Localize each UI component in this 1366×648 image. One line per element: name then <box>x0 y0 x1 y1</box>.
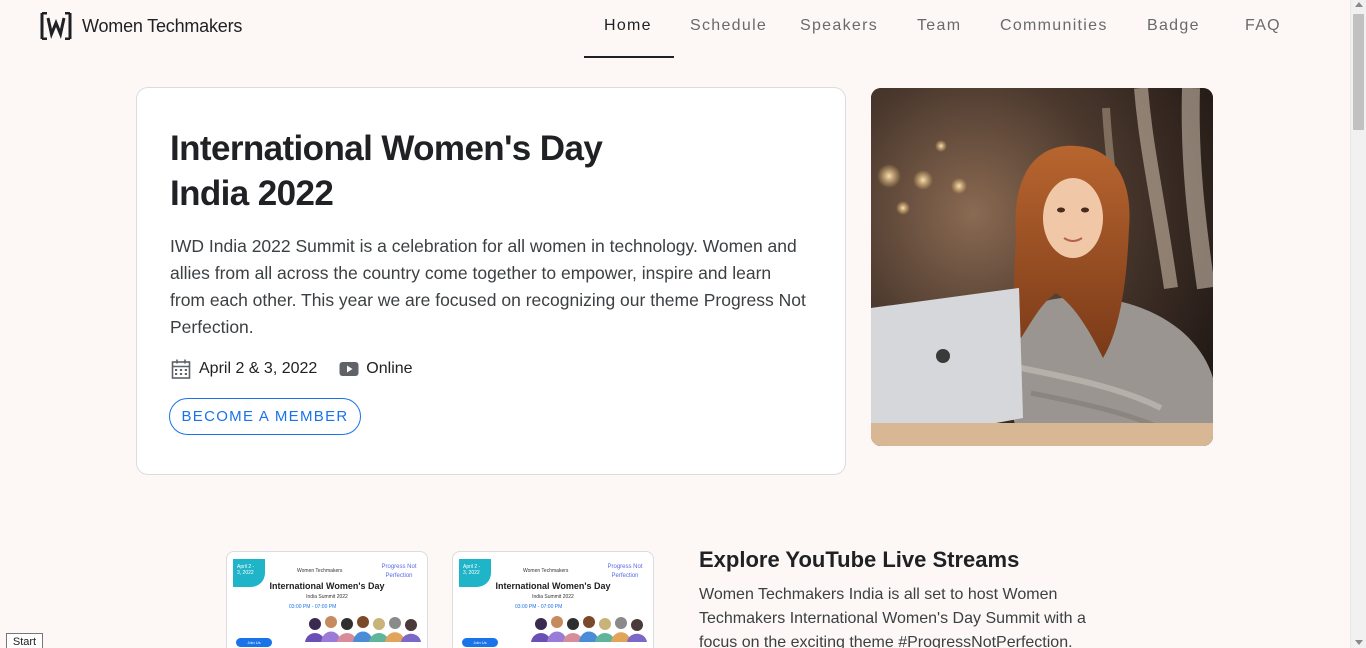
livestream-poster[interactable]: April 2 - 3, 2022 Women Techmakers Progr… <box>452 551 654 648</box>
poster-title: International Women's Day <box>269 581 385 591</box>
nav-speakers[interactable]: Speakers <box>800 17 878 35</box>
active-tab-indicator <box>584 56 674 58</box>
start-tooltip: Start <box>6 633 43 648</box>
hero-title-line1: International Women's Day <box>170 129 603 168</box>
poster-subtitle: India Summit 2022 <box>306 594 348 600</box>
poster-brand: Women Techmakers <box>523 568 569 574</box>
poster-theme-tag: Progress Not Perfection <box>607 564 643 579</box>
poster-join-button: Join Us <box>236 638 272 647</box>
poster-join-button: Join Us <box>462 638 498 647</box>
brand-name: Women Techmakers <box>82 15 243 36</box>
brand-link[interactable]: Women Techmakers <box>40 12 242 40</box>
hero-description: IWD India 2022 Summit is a celebration f… <box>170 236 806 337</box>
calendar-icon <box>171 359 191 379</box>
poster-time: 03:00 PM - 07:00 PM <box>515 604 563 610</box>
poster-date: April 2 - 3, 2022 <box>237 564 255 576</box>
nav-communities[interactable]: Communities <box>1000 17 1108 35</box>
wtm-logo-icon <box>40 12 72 40</box>
youtube-section-title: Explore YouTube Live Streams <box>699 547 1020 572</box>
page-scrollbar[interactable] <box>1350 0 1366 648</box>
nav-home[interactable]: Home <box>604 17 652 35</box>
poster-subtitle: India Summit 2022 <box>532 594 574 600</box>
nav-schedule[interactable]: Schedule <box>690 17 767 35</box>
scrollbar-thumb[interactable] <box>1353 14 1364 130</box>
scroll-down-arrow-icon[interactable] <box>1355 640 1363 645</box>
poster-title: International Women's Day <box>495 581 611 591</box>
event-date: April 2 & 3, 2022 <box>170 358 317 380</box>
hero-photo-illustration <box>871 88 1213 446</box>
site-header: Women Techmakers Home Schedule Speakers … <box>0 0 1350 58</box>
nav-badge[interactable]: Badge <box>1147 17 1200 35</box>
hero-title: International Women's Day India 2022 <box>170 126 690 216</box>
nav-faq[interactable]: FAQ <box>1245 17 1281 35</box>
poster-time: 03:00 PM - 07:00 PM <box>289 604 337 610</box>
youtube-section-description: Women Techmakers India is all set to hos… <box>699 586 1086 648</box>
event-mode: Online <box>339 360 413 378</box>
hero-title-line2: India 2022 <box>170 174 334 213</box>
poster-date: April 2 - 3, 2022 <box>463 564 481 576</box>
event-mode-text: Online <box>366 360 413 377</box>
poster-brand: Women Techmakers <box>297 568 343 574</box>
event-date-text: April 2 & 3, 2022 <box>199 360 318 377</box>
youtube-icon <box>339 362 359 376</box>
nav-team[interactable]: Team <box>917 17 961 35</box>
event-meta: April 2 & 3, 2022 Online <box>170 358 435 380</box>
livestream-poster[interactable]: April 2 - 3, 2022 Women Techmakers Progr… <box>226 551 428 648</box>
hero-card: International Women's Day India 2022 IWD… <box>136 87 846 475</box>
scroll-up-arrow-icon[interactable] <box>1355 2 1363 7</box>
hero-photo <box>871 88 1213 446</box>
poster-theme-tag: Progress Not Perfection <box>381 564 417 579</box>
become-member-button[interactable]: BECOME A MEMBER <box>169 398 361 435</box>
